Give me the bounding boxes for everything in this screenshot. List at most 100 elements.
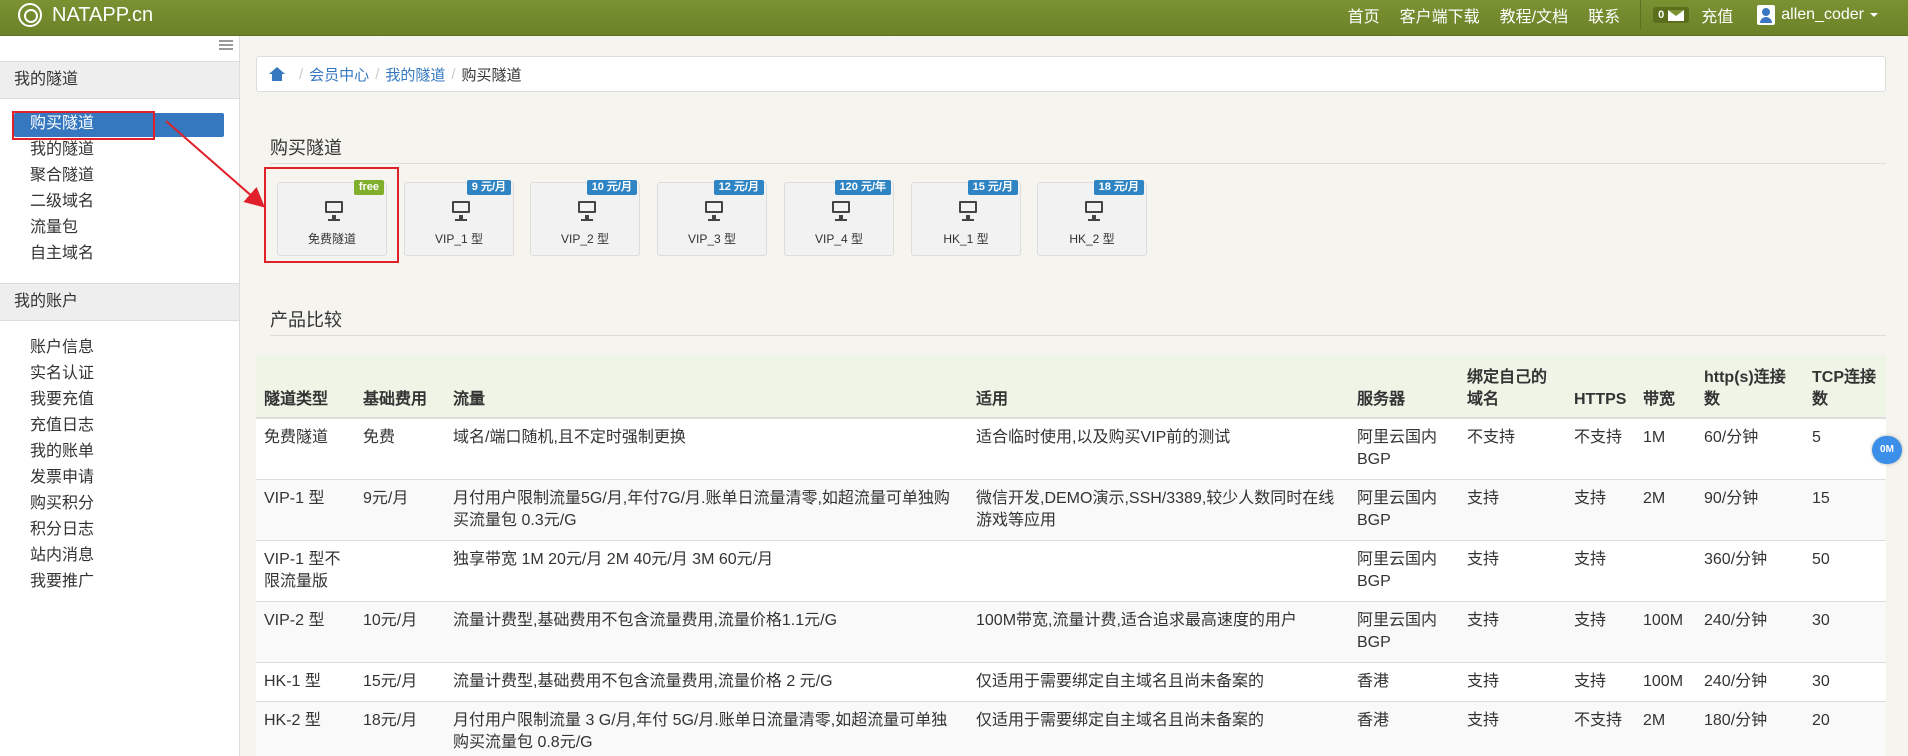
table-cell: 月付用户限制流量5G/月,年付7G/月.账单日流量清零,如超流量可单独购买流量包… [445,479,968,541]
table-cell: 2M [1635,479,1696,541]
table-cell: 9元/月 [355,479,445,541]
breadcrumb-separator: / [451,65,456,83]
section-divider [270,163,1886,164]
plan-name: VIP_2 型 [560,232,610,246]
table-cell: 适合临时使用,以及购买VIP前的测试 [968,418,1349,480]
table-header-row: 隧道类型 基础费用 流量 适用 服务器 绑定自己的域名 HTTPS 带宽 htt… [256,355,1886,419]
table-cell: 月付用户限制流量 3 G/月,年付 5G/月.账单日流量清零,如超流量可单独购买… [445,701,968,756]
table-cell: HK-2 型 [256,701,355,756]
plan-price-tag: 120 元/年 [834,180,891,195]
table-row: 免费隧道 免费 域名/端口随机,且不定时强制更换 适合临时使用,以及购买VIP前的测试… [256,418,1886,480]
comparison-table: 隧道类型 基础费用 流量 适用 服务器 绑定自己的域名 HTTPS 带宽 htt… [256,355,1886,756]
plan-name: VIP_4 型 [814,232,864,246]
column-header: 带宽 [1635,355,1696,419]
table-cell: 微信开发,DEMO演示,SSH/3389,较少人数同时在线游戏等应用 [968,479,1349,541]
table-cell: 独享带宽 1M 20元/月 2M 40元/月 3M 60元/月 [445,540,968,602]
column-header: 服务器 [1349,355,1459,419]
breadcrumb-my-tunnels[interactable]: 我的隧道 [385,64,445,85]
column-header: HTTPS [1566,355,1635,419]
column-header: 流量 [445,355,968,419]
plan-price-tag: free [353,180,384,195]
table-cell: 阿里云国内BGP [1349,479,1459,541]
table-cell: 100M带宽,流量计费,适合追求最高速度的用户 [968,601,1349,663]
plan-name: HK_1 型 [943,232,989,246]
breadcrumb-separator: / [299,65,304,83]
table-cell: 香港 [1349,701,1459,756]
table-cell: 1M [1635,418,1696,480]
plan-name: VIP_3 型 [687,232,737,246]
table-row: HK-1 型 15元/月 流量计费型,基础费用不包含流量费用,流量价格 2 元/G 仅… [256,662,1886,702]
table-cell: 支持 [1566,662,1635,702]
plan-card-vip1[interactable]: 9 元/月 VIP_1 型 [404,180,514,256]
column-header: 绑定自己的域名 [1459,355,1566,419]
plan-price-tag: 18 元/月 [1093,180,1144,195]
table-cell: 90/分钟 [1696,479,1804,541]
plan-price-tag: 15 元/月 [967,180,1018,195]
table-cell: 20 [1804,701,1886,756]
table-cell: 240/分钟 [1696,662,1804,702]
table-cell: 支持 [1566,540,1635,602]
table-cell: VIP-2 型 [256,601,355,663]
column-header: TCP连接数 [1804,355,1886,419]
table-cell [355,540,445,602]
plan-card-hk2[interactable]: 18 元/月 HK_2 型 [1037,180,1147,256]
plan-name: 免费隧道 [307,232,356,246]
monitor-icon [1085,201,1103,221]
table-cell: 支持 [1459,479,1566,541]
speed-badge[interactable]: 0M [1872,436,1902,464]
plan-name: HK_2 型 [1069,232,1115,246]
plan-price-tag: 9 元/月 [466,180,511,195]
column-header: 适用 [968,355,1349,419]
table-cell: 60/分钟 [1696,418,1804,480]
home-icon[interactable] [269,67,285,81]
table-cell: 180/分钟 [1696,701,1804,756]
table-row: VIP-1 型 9元/月 月付用户限制流量5G/月,年付7G/月.账单日流量清零,如… [256,479,1886,541]
monitor-icon [959,201,977,221]
breadcrumb: / 会员中心 / 我的隧道 / 购买隧道 [256,56,1886,92]
breadcrumb-member-center[interactable]: 会员中心 [309,64,369,85]
section-divider [270,335,1886,336]
table-cell: 流量计费型,基础费用不包含流量费用,流量价格1.1元/G [445,601,968,663]
compare-heading: 产品比较 [270,310,342,330]
table-cell: 不支持 [1459,418,1566,480]
table-cell: 18元/月 [355,701,445,756]
table-cell [968,540,1349,602]
table-cell [1635,540,1696,602]
table-row: HK-2 型 18元/月 月付用户限制流量 3 G/月,年付 5G/月.账单日流量清… [256,701,1886,756]
table-cell: 阿里云国内BGP [1349,418,1459,480]
plan-price-tag: 10 元/月 [586,180,637,195]
table-cell: 不支持 [1566,701,1635,756]
column-header: http(s)连接数 [1696,355,1804,419]
table-cell: 240/分钟 [1696,601,1804,663]
table-cell: 域名/端口随机,且不定时强制更换 [445,418,968,480]
plan-card-hk1[interactable]: 15 元/月 HK_1 型 [911,180,1021,256]
column-header: 隧道类型 [256,355,355,419]
table-cell: 100M [1635,662,1696,702]
breadcrumb-separator: / [375,65,380,83]
plan-card-free[interactable]: free 免费隧道 [277,180,387,256]
plan-card-vip4[interactable]: 120 元/年 VIP_4 型 [784,180,894,256]
table-row: VIP-2 型 10元/月 流量计费型,基础费用不包含流量费用,流量价格1.1元/G… [256,601,1886,663]
table-cell: 30 [1804,601,1886,663]
table-cell: VIP-1 型 [256,479,355,541]
table-row: VIP-1 型不限流量版 独享带宽 1M 20元/月 2M 40元/月 3M 60… [256,540,1886,602]
table-cell: 免费 [355,418,445,480]
table-cell: 15 [1804,479,1886,541]
plan-card-vip3[interactable]: 12 元/月 VIP_3 型 [657,180,767,256]
table-cell: 10元/月 [355,601,445,663]
table-cell: 50 [1804,540,1886,602]
table-cell: 支持 [1459,662,1566,702]
plan-card-vip2[interactable]: 10 元/月 VIP_2 型 [530,180,640,256]
table-cell: 15元/月 [355,662,445,702]
table-cell: 仅适用于需要绑定自主域名且尚未备案的 [968,662,1349,702]
table-cell: 360/分钟 [1696,540,1804,602]
monitor-icon [325,201,343,221]
table-cell: 香港 [1349,662,1459,702]
table-cell: VIP-1 型不限流量版 [256,540,355,602]
table-cell: 支持 [1459,701,1566,756]
table-cell: 支持 [1459,601,1566,663]
monitor-icon [705,201,723,221]
table-cell: 支持 [1459,540,1566,602]
plan-price-tag: 12 元/月 [713,180,764,195]
plan-name: VIP_1 型 [434,232,484,246]
